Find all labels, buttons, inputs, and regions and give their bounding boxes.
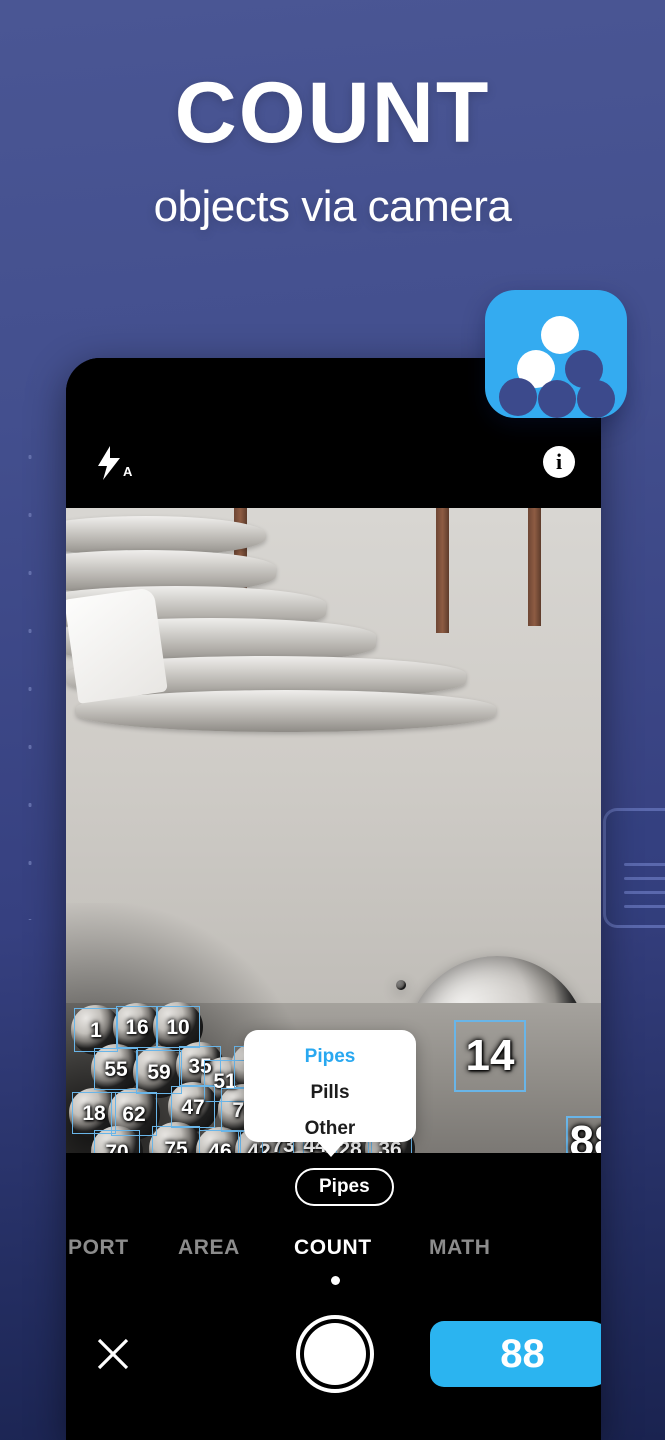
rebar <box>528 508 541 626</box>
page-subtitle: objects via camera <box>153 182 512 231</box>
dropdown-option-pills[interactable]: Pills <box>244 1068 416 1104</box>
count-badge[interactable]: 88 <box>430 1321 601 1387</box>
card-line <box>624 863 665 866</box>
card-line <box>624 891 665 894</box>
mode-tab-bar[interactable]: PORT AREA COUNT MATH <box>66 1236 601 1292</box>
tab-port[interactable]: PORT <box>68 1236 129 1260</box>
page-title: COUNT <box>174 65 491 161</box>
object-type-dropdown[interactable]: Pipes Pills Other <box>244 1030 416 1157</box>
app-icon-dot <box>541 316 579 354</box>
dropdown-option-other[interactable]: Other <box>244 1104 416 1140</box>
detection-box[interactable]: 88 <box>566 1116 601 1153</box>
detection-box[interactable]: 47 <box>171 1086 215 1128</box>
dot-grid-decoration <box>0 420 72 920</box>
paper-sheet <box>66 587 168 704</box>
stacked-pipe <box>76 690 496 732</box>
tab-math[interactable]: MATH <box>429 1236 491 1260</box>
phone-mockup: A i 11610555935515606218624774 <box>66 358 601 1440</box>
tab-count[interactable]: COUNT <box>294 1236 372 1260</box>
app-icon <box>485 290 627 418</box>
detection-box[interactable]: 14 <box>454 1020 526 1092</box>
rebar <box>436 508 449 633</box>
document-card-decoration <box>603 808 665 928</box>
detection-box[interactable]: 10 <box>156 1006 200 1048</box>
active-tab-indicator <box>331 1276 340 1285</box>
detection-box[interactable]: 1 <box>74 1008 118 1052</box>
dropdown-arrow-icon <box>317 1141 345 1157</box>
flash-mode-label: A <box>123 464 133 479</box>
selected-type-chip[interactable]: Pipes <box>295 1168 394 1206</box>
dropdown-option-pipes[interactable]: Pipes <box>244 1030 416 1068</box>
shutter-button[interactable] <box>296 1315 374 1393</box>
app-icon-dot <box>577 380 615 418</box>
pipe-spacer <box>396 980 406 990</box>
detection-box[interactable]: 70 <box>94 1130 140 1153</box>
promo-headline: COUNT objects via camera <box>0 0 665 232</box>
close-button[interactable] <box>92 1333 134 1375</box>
card-line <box>624 877 665 880</box>
detection-box[interactable]: 18 <box>72 1092 116 1134</box>
flash-auto-icon[interactable]: A <box>96 446 133 480</box>
app-icon-dot <box>538 380 576 418</box>
tab-area[interactable]: AREA <box>178 1236 240 1260</box>
detection-box[interactable]: 46 <box>199 1130 241 1153</box>
app-icon-dot <box>499 378 537 416</box>
detection-box[interactable]: 75 <box>152 1126 200 1153</box>
detection-box[interactable]: 55 <box>94 1048 138 1090</box>
detection-box[interactable]: 16 <box>116 1006 158 1048</box>
card-line <box>624 905 665 908</box>
info-icon[interactable]: i <box>543 446 575 478</box>
